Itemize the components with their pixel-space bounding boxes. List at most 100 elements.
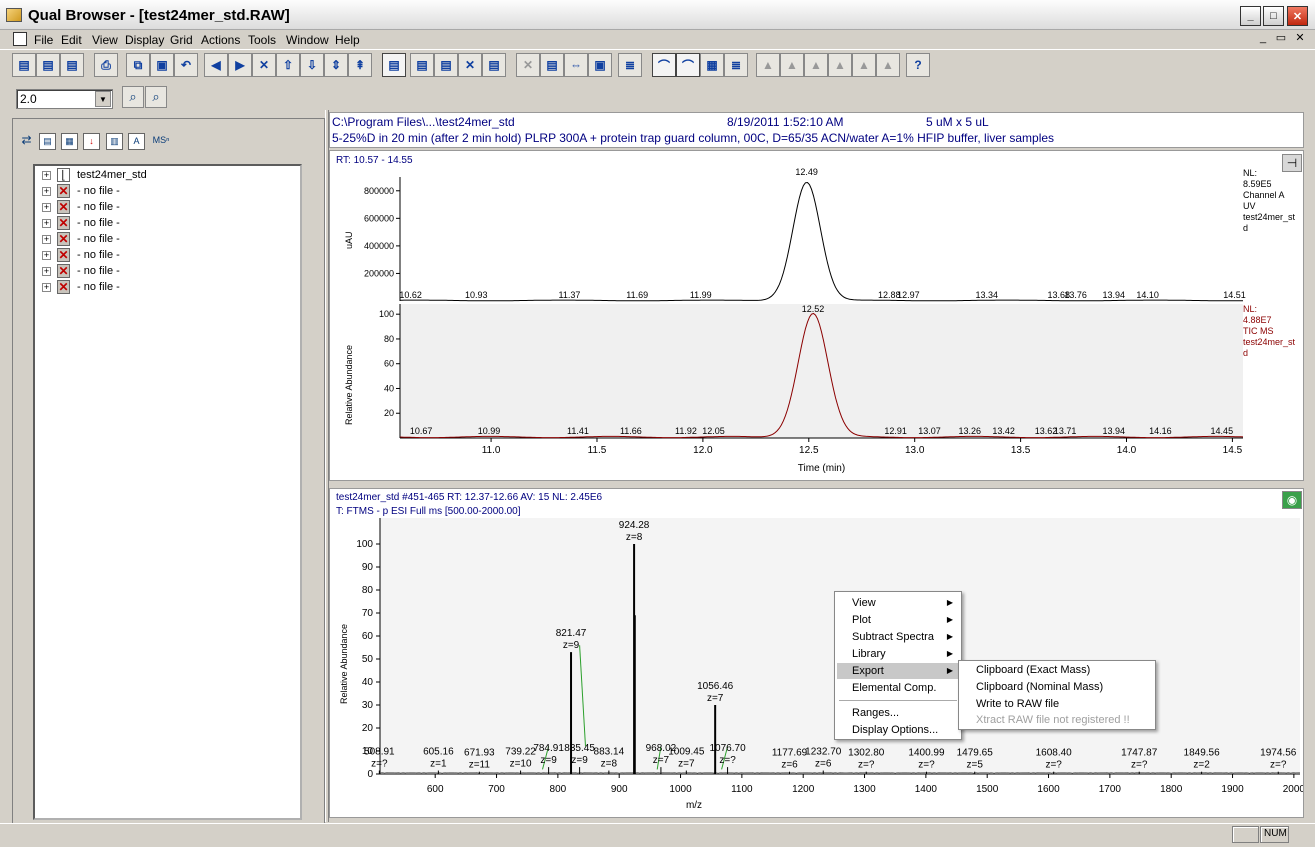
expand-icon[interactable]: + (42, 251, 51, 260)
zoom-out-button[interactable]: ⌕ (145, 86, 167, 108)
list-view-button[interactable]: ≣ (724, 53, 748, 77)
peak-1-button[interactable]: ▲ (756, 53, 780, 77)
menu-help[interactable]: Help (335, 33, 360, 47)
delete-cell-button[interactable]: ✕ (458, 53, 482, 77)
normalize-button[interactable]: ⇞ (348, 53, 372, 77)
tab-text[interactable]: A (128, 133, 145, 150)
tree-item[interactable]: + ⌊ test24mer_std (35, 168, 275, 184)
peak-5-button[interactable]: ▲ (852, 53, 876, 77)
tree-item[interactable]: + ✕ - no file - (35, 232, 275, 248)
mdi-close-button[interactable]: ✕ (1293, 33, 1307, 46)
menu-actions[interactable]: Actions (201, 33, 240, 47)
ctx-subtract-spectra[interactable]: Subtract Spectra ▶ (837, 629, 959, 645)
maximize-button[interactable]: □ (1263, 6, 1284, 26)
ctx-library[interactable]: Library ▶ (837, 646, 959, 662)
cell-button[interactable]: ▤ (382, 53, 406, 77)
tree-item[interactable]: + ✕ - no file - (35, 280, 275, 296)
tree-item[interactable]: + ✕ - no file - (35, 200, 275, 216)
spectrum-panel[interactable]: test24mer_std #451-465 RT: 12.37-12.66 A… (329, 488, 1304, 818)
expand-icon[interactable]: + (42, 267, 51, 276)
export-clipboard-nominal[interactable]: Clipboard (Nominal Mass) (961, 679, 1153, 695)
peak-6-button[interactable]: ▲ (876, 53, 900, 77)
tab-qual[interactable]: ↓ (83, 133, 100, 150)
zoom-fit-button[interactable]: ▣ (588, 53, 612, 77)
ctx-export[interactable]: Export ▶ (837, 663, 959, 679)
print-button[interactable]: ⎙ (94, 53, 118, 77)
title-bar[interactable]: Qual Browser - [test24mer_std.RAW] _ □ ✕ (0, 0, 1315, 30)
menu-file[interactable]: File (34, 33, 53, 47)
export-submenu: Clipboard (Exact Mass) Clipboard (Nomina… (958, 660, 1156, 730)
magnifier-cross-icon: ⌕ (152, 89, 160, 104)
help-button[interactable]: ? (906, 53, 930, 77)
zoom-x-button[interactable]: ✕ (516, 53, 540, 77)
tree-item[interactable]: + ✕ - no file - (35, 184, 275, 200)
ctx-plot[interactable]: Plot ▶ (837, 612, 959, 628)
open-multi-button[interactable]: ▤ (36, 53, 60, 77)
spectrum-button[interactable]: ▤ (410, 53, 434, 77)
mdi-restore-button[interactable]: ▭ (1274, 33, 1288, 46)
peak-3-button[interactable]: ▲ (804, 53, 828, 77)
menu-tools[interactable]: Tools (248, 33, 276, 47)
minimize-button[interactable]: _ (1240, 6, 1261, 26)
ctx-elemental-comp[interactable]: Elemental Comp. (837, 680, 959, 696)
batch-button[interactable]: ▤ (60, 53, 84, 77)
menu-window[interactable]: Window (286, 33, 329, 47)
no-file-icon: ✕ (57, 248, 70, 262)
paste-button[interactable]: ▣ (150, 53, 174, 77)
undo-button[interactable]: ↶ (174, 53, 198, 77)
export-write-raw[interactable]: Write to RAW file (961, 696, 1153, 712)
app-icon[interactable] (6, 8, 22, 22)
mdi-minimize-button[interactable]: _ (1256, 33, 1270, 46)
tab-spec[interactable]: ▥ (106, 133, 123, 150)
scroll-updown-button[interactable]: ⇕ (324, 53, 348, 77)
chromatogram-button[interactable]: ▤ (434, 53, 458, 77)
peak-2-button[interactable]: ▲ (780, 53, 804, 77)
tab-msn[interactable]: MSⁿ (149, 133, 173, 150)
tab-scan-filter[interactable]: ▦ (61, 133, 78, 150)
tab-ms-info[interactable]: ⇄ (18, 133, 35, 150)
menu-grid[interactable]: Grid (170, 33, 193, 47)
ctx-view[interactable]: View ▶ (837, 595, 959, 611)
spectrum-peak-label: 1849.56 (1184, 748, 1221, 759)
back-button[interactable]: ◀ (204, 53, 228, 77)
chromatogram-panel[interactable]: RT: 10.57 - 14.55 ⊣ NL: 8.59E5 Channel A… (329, 150, 1304, 481)
ctx-ranges[interactable]: Ranges... (837, 705, 959, 721)
zoom-combobox[interactable]: 2.0 ▼ (16, 89, 113, 109)
ms-peak-label: 13.94 (1103, 426, 1126, 436)
zoom-reset-button[interactable]: ✕ (252, 53, 276, 77)
map-view-button[interactable]: ▦ (700, 53, 724, 77)
chevron-down-icon[interactable]: ▼ (95, 91, 111, 107)
export-clipboard-exact[interactable]: Clipboard (Exact Mass) (961, 662, 1153, 678)
expand-icon[interactable]: + (42, 171, 51, 180)
scroll-down-button[interactable]: ⇩ (300, 53, 324, 77)
expand-icon[interactable]: + (42, 187, 51, 196)
expand-icon[interactable]: + (42, 283, 51, 292)
zoom-in-button[interactable]: ⌕ (122, 86, 144, 108)
expand-icon[interactable]: + (42, 235, 51, 244)
tree-item[interactable]: + ✕ - no file - (35, 248, 275, 264)
chrom-view-button[interactable]: ⌒ (652, 53, 676, 77)
tab-report[interactable]: ▤ (39, 133, 56, 150)
zoom-xy-button[interactable]: ⇔ (564, 53, 588, 77)
forward-button[interactable]: ▶ (228, 53, 252, 77)
spectrum-view-button[interactable]: ⌒ (676, 53, 700, 77)
zoom-y-button[interactable]: ▤ (540, 53, 564, 77)
document-icon[interactable] (13, 32, 27, 46)
expand-icon[interactable]: + (42, 219, 51, 228)
copy-button[interactable]: ⧉ (126, 53, 150, 77)
auto-button[interactable]: ▤ (482, 53, 506, 77)
mass-list-button[interactable]: ≣ (618, 53, 642, 77)
tree-item-label: - no file - (77, 249, 120, 261)
file-tree[interactable]: + ⌊ test24mer_std + ✕ - no file - + ✕ - no file … (33, 164, 302, 820)
tree-item[interactable]: + ✕ - no file - (35, 216, 275, 232)
menu-display[interactable]: Display (125, 33, 164, 47)
menu-edit[interactable]: Edit (61, 33, 82, 47)
peak-4-button[interactable]: ▲ (828, 53, 852, 77)
scroll-up-button[interactable]: ⇧ (276, 53, 300, 77)
open-button[interactable]: ▤ (12, 53, 36, 77)
close-button[interactable]: ✕ (1287, 6, 1308, 26)
ctx-display-options[interactable]: Display Options... (837, 722, 959, 738)
tree-item[interactable]: + ✕ - no file - (35, 264, 275, 280)
menu-view[interactable]: View (92, 33, 118, 47)
expand-icon[interactable]: + (42, 203, 51, 212)
